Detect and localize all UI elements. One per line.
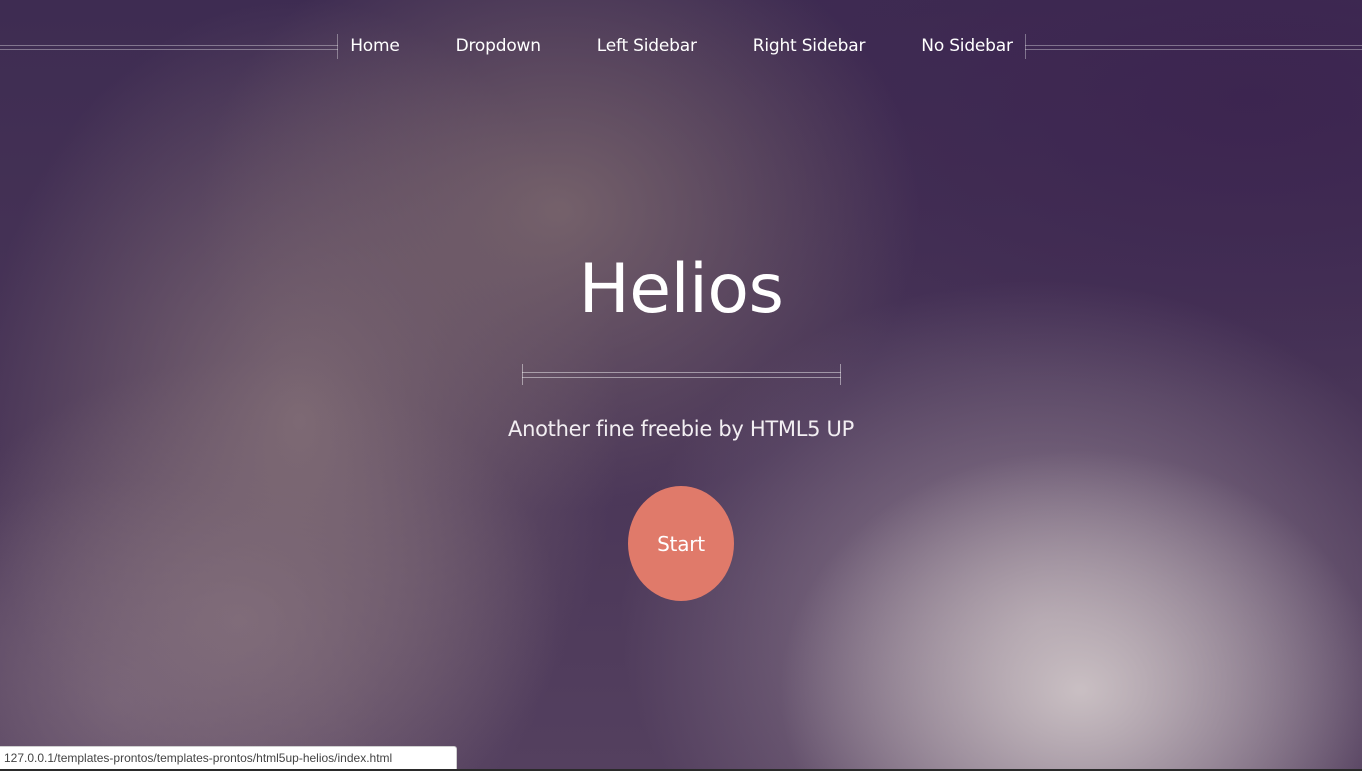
nav-list: Home Dropdown Left Sidebar Right Sidebar… — [338, 22, 1025, 70]
nav-item-right-sidebar: Right Sidebar — [725, 22, 894, 70]
main-nav: Home Dropdown Left Sidebar Right Sidebar… — [0, 22, 1362, 70]
nav-link-dropdown[interactable]: Dropdown — [428, 36, 569, 56]
site-title: Helios — [578, 250, 784, 329]
nav-item-left-sidebar: Left Sidebar — [569, 22, 725, 70]
nav-link-right-sidebar[interactable]: Right Sidebar — [725, 36, 894, 56]
start-button[interactable]: Start — [628, 486, 734, 601]
nav-item-home: Home — [322, 22, 427, 70]
nav-link-home[interactable]: Home — [322, 36, 427, 56]
nav-divider-left — [0, 34, 338, 59]
site-tagline: Another fine freebie by HTML5 UP — [508, 417, 854, 441]
nav-link-left-sidebar[interactable]: Left Sidebar — [569, 36, 725, 56]
nav-item-no-sidebar: No Sidebar — [893, 22, 1040, 70]
nav-link-no-sidebar[interactable]: No Sidebar — [893, 36, 1040, 56]
page: Home Dropdown Left Sidebar Right Sidebar… — [0, 0, 1362, 771]
title-divider — [522, 364, 841, 385]
nav-divider-right — [1025, 34, 1362, 59]
nav-item-dropdown: Dropdown — [428, 22, 569, 70]
status-bar-url: 127.0.0.1/templates-prontos/templates-pr… — [0, 746, 457, 769]
